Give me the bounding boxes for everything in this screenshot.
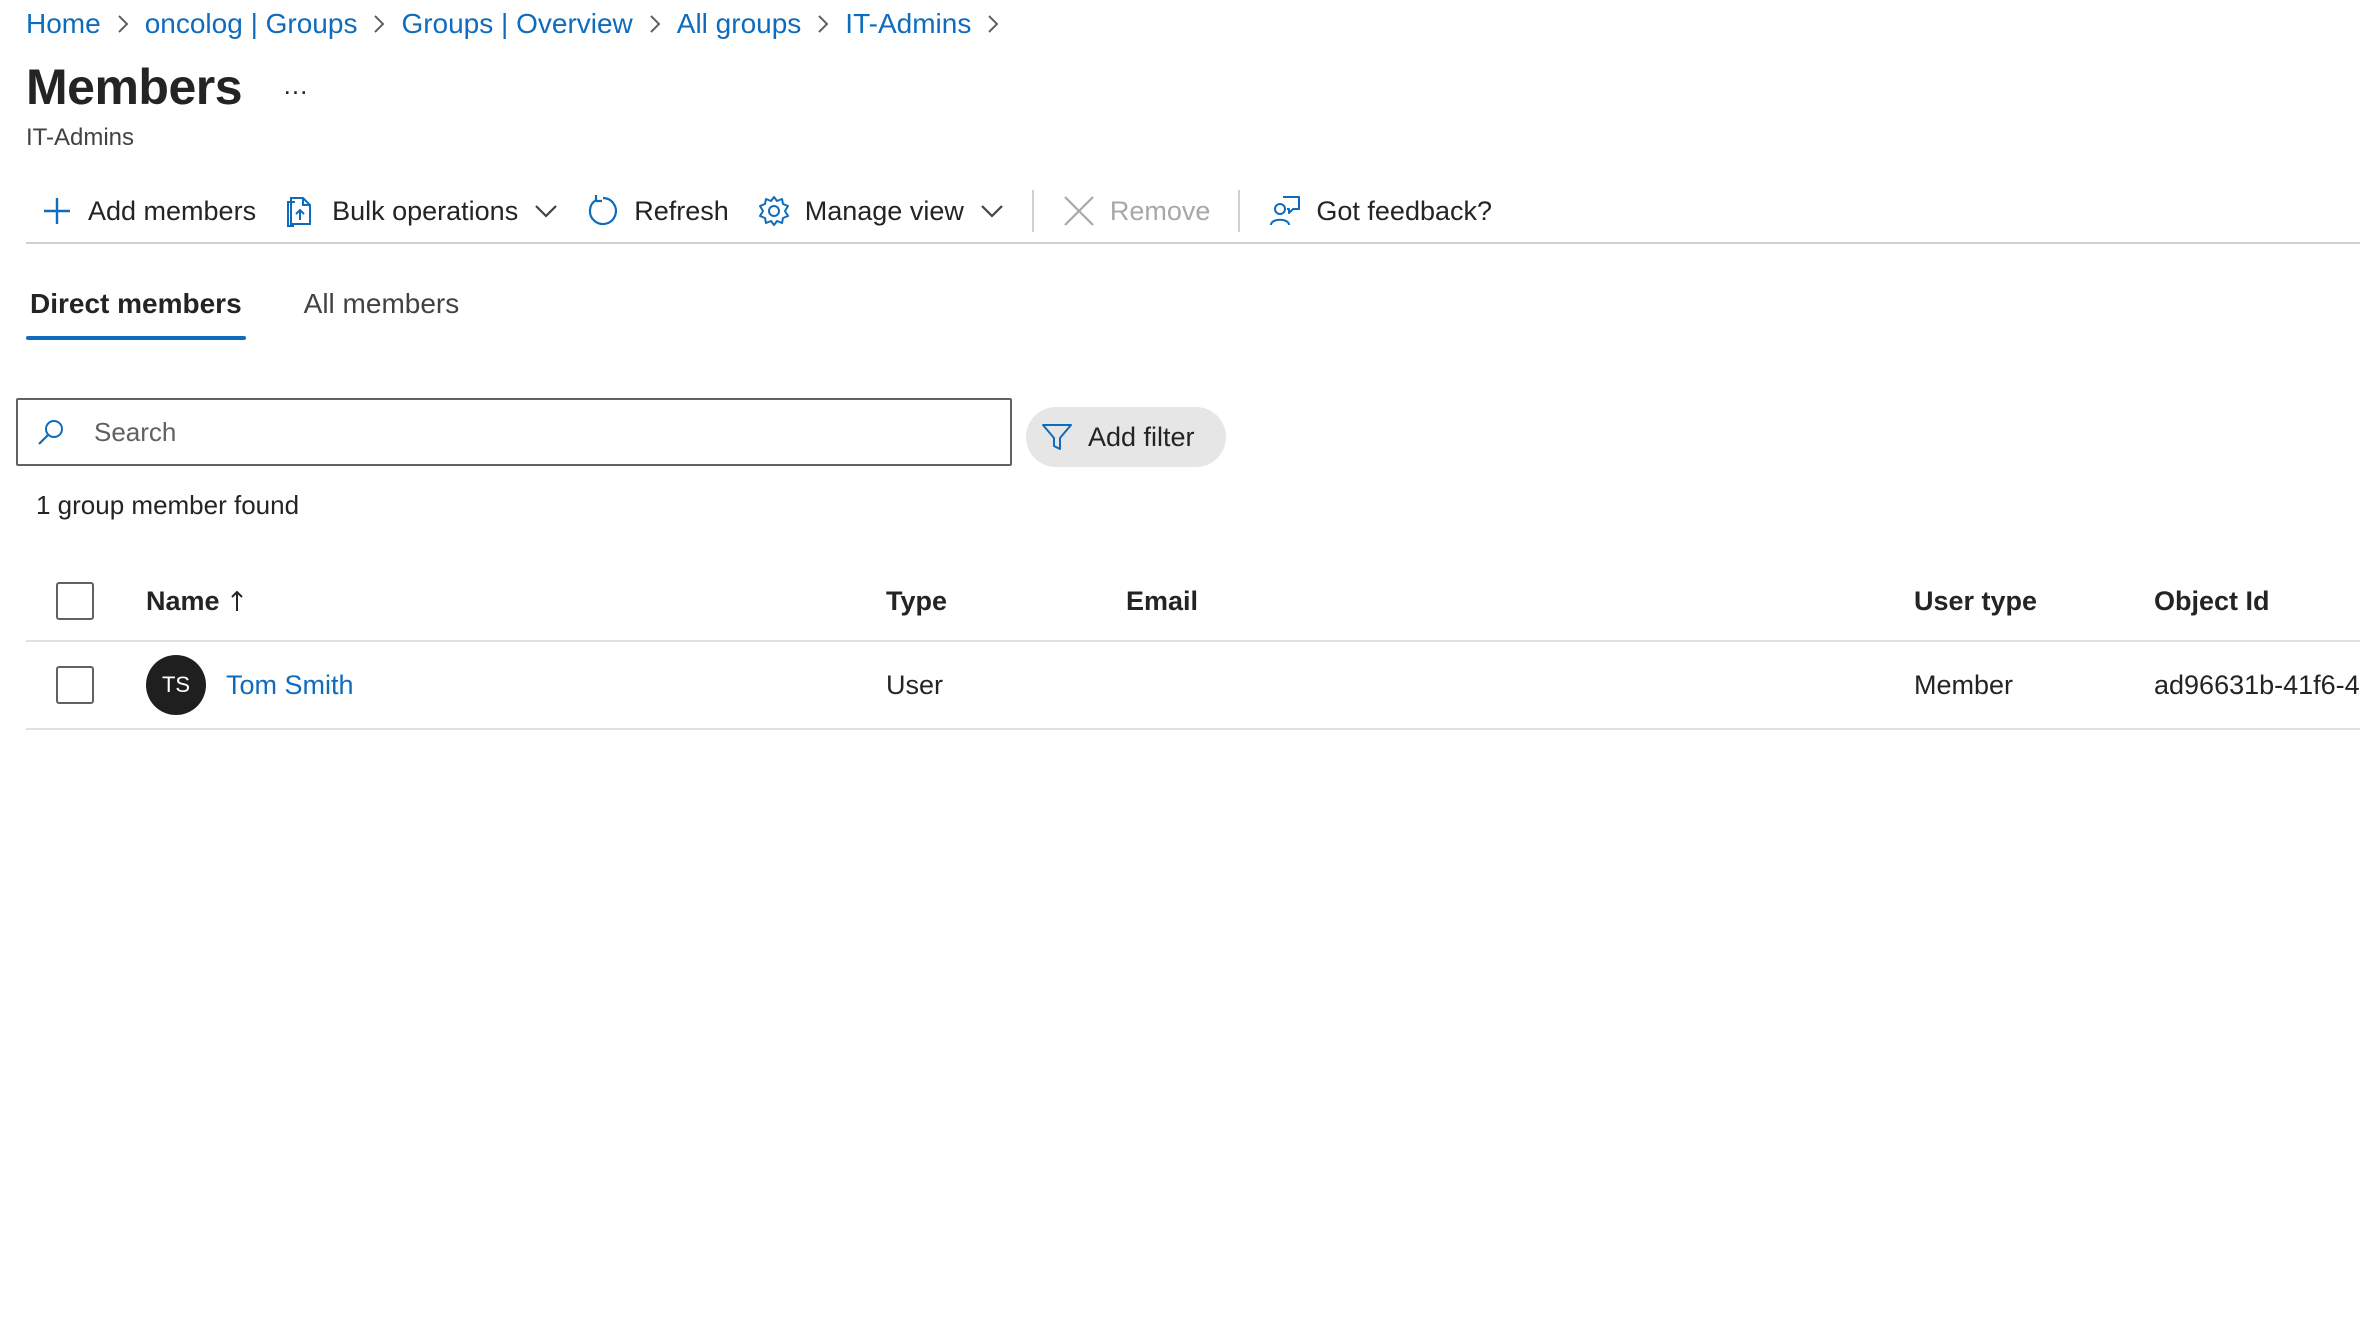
chevron-right-icon bbox=[357, 14, 401, 34]
avatar: TS bbox=[146, 655, 206, 715]
select-all-checkbox[interactable] bbox=[56, 582, 94, 620]
search-input[interactable] bbox=[92, 415, 976, 449]
toolbar-divider bbox=[1031, 190, 1034, 232]
search-box[interactable] bbox=[16, 398, 1012, 466]
bulk-operations-label: Bulk operations bbox=[332, 195, 519, 226]
add-filter-label: Add filter bbox=[1088, 421, 1195, 452]
breadcrumb-it-admins[interactable]: IT-Admins bbox=[845, 8, 971, 40]
page-title: Members bbox=[26, 59, 243, 115]
name-cell: TS Tom Smith bbox=[146, 642, 354, 728]
column-header-user-type[interactable]: User type bbox=[1914, 562, 2037, 640]
gear-icon bbox=[757, 194, 791, 228]
bulk-operations-button[interactable]: Bulk operations bbox=[270, 183, 572, 239]
add-members-button[interactable]: Add members bbox=[26, 183, 270, 239]
members-table: Name Type Email User type Object Id TS T… bbox=[26, 562, 2360, 730]
table-row[interactable]: TS Tom Smith User Member ad96631b-41f6-4… bbox=[26, 642, 2360, 730]
feedback-person-icon bbox=[1268, 194, 1302, 228]
feedback-label: Got feedback? bbox=[1316, 195, 1493, 226]
row-checkbox[interactable] bbox=[56, 666, 94, 704]
member-tabs: Direct members All members bbox=[26, 272, 517, 342]
refresh-icon bbox=[586, 194, 620, 228]
results-count: 1 group member found bbox=[36, 490, 300, 520]
bulk-document-icon bbox=[284, 194, 318, 228]
more-options-button[interactable]: ... bbox=[278, 70, 314, 100]
chevron-right-icon bbox=[971, 14, 1015, 34]
breadcrumb: Home oncolog | Groups Groups | Overview … bbox=[26, 4, 1015, 44]
column-header-object-id[interactable]: Object Id bbox=[2154, 562, 2270, 640]
chevron-down-icon bbox=[534, 203, 558, 219]
filter-funnel-icon bbox=[1040, 420, 1074, 454]
plus-icon bbox=[40, 194, 74, 228]
breadcrumb-home[interactable]: Home bbox=[26, 8, 101, 40]
select-all-cell bbox=[56, 562, 94, 640]
chevron-right-icon bbox=[101, 14, 145, 34]
chevron-down-icon bbox=[980, 203, 1004, 219]
member-name-link[interactable]: Tom Smith bbox=[226, 670, 354, 701]
close-icon bbox=[1062, 194, 1096, 228]
search-icon bbox=[36, 417, 66, 447]
breadcrumb-all-groups[interactable]: All groups bbox=[677, 8, 802, 40]
column-header-name[interactable]: Name bbox=[146, 562, 244, 640]
remove-label: Remove bbox=[1109, 195, 1211, 226]
tab-all-members[interactable]: All members bbox=[300, 272, 464, 336]
refresh-label: Refresh bbox=[634, 195, 729, 226]
toolbar-divider bbox=[1238, 190, 1241, 232]
arrow-up-icon bbox=[230, 589, 244, 613]
column-header-type[interactable]: Type bbox=[886, 562, 947, 640]
command-bar: Add members Bulk operations Refresh Mana… bbox=[26, 180, 2360, 244]
breadcrumb-groups-overview[interactable]: Groups | Overview bbox=[401, 8, 632, 40]
user-type-cell: Member bbox=[1914, 669, 2014, 700]
type-cell: User bbox=[886, 669, 944, 700]
refresh-button[interactable]: Refresh bbox=[572, 183, 743, 239]
row-select-cell bbox=[56, 642, 94, 728]
manage-view-button[interactable]: Manage view bbox=[743, 183, 1018, 239]
page-subtitle: IT-Admins bbox=[26, 124, 135, 151]
column-header-email[interactable]: Email bbox=[1126, 562, 1198, 640]
add-members-label: Add members bbox=[88, 195, 257, 226]
chevron-right-icon bbox=[801, 14, 845, 34]
column-header-name-label: Name bbox=[146, 585, 220, 616]
add-filter-button[interactable]: Add filter bbox=[1026, 407, 1226, 467]
chevron-right-icon bbox=[633, 14, 677, 34]
table-header-row: Name Type Email User type Object Id bbox=[26, 562, 2360, 642]
feedback-button[interactable]: Got feedback? bbox=[1254, 183, 1506, 239]
breadcrumb-oncolog-groups[interactable]: oncolog | Groups bbox=[145, 8, 358, 40]
object-id-cell: ad96631b-41f6-40 bbox=[2154, 669, 2360, 700]
tab-direct-members[interactable]: Direct members bbox=[26, 272, 246, 340]
members-page: Home oncolog | Groups Groups | Overview … bbox=[0, 0, 2360, 1326]
manage-view-label: Manage view bbox=[804, 195, 964, 226]
remove-button[interactable]: Remove bbox=[1048, 183, 1225, 239]
